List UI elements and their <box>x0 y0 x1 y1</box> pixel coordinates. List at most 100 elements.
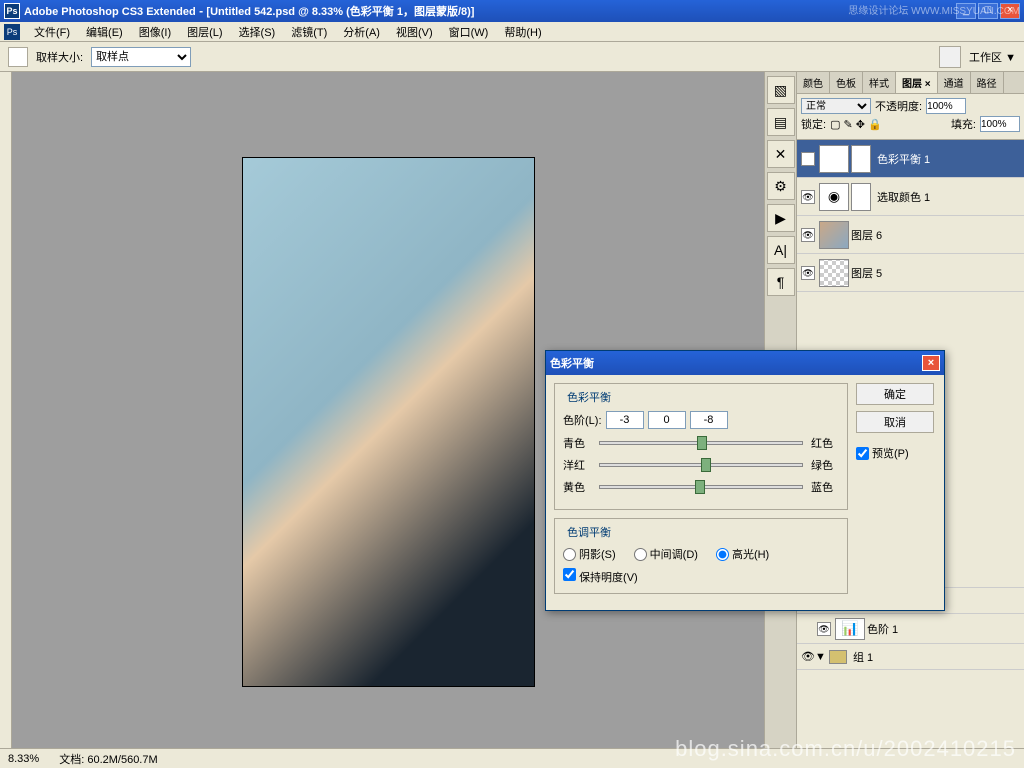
layer-thumb[interactable]: 📊 <box>835 618 865 640</box>
group-row[interactable]: 👁 ▼ 组 1 <box>797 644 1024 670</box>
minimize-button[interactable]: _ <box>956 3 976 19</box>
blend-mode-select[interactable]: 正常 <box>801 98 871 114</box>
layer-thumb[interactable]: ◑ <box>819 145 849 173</box>
level-input-3[interactable] <box>690 411 728 429</box>
layer-row[interactable]: 👁 ◑ 色彩平衡 1 <box>797 140 1024 178</box>
tab-color[interactable]: 颜色 <box>797 72 830 93</box>
layer-name: 色阶 1 <box>867 621 898 637</box>
layer-name: 色彩平衡 1 <box>877 151 930 167</box>
layer-row[interactable]: 👁 📊 色阶 1 <box>797 614 1024 644</box>
slider-handle[interactable] <box>701 458 711 472</box>
close-button[interactable]: × <box>1000 3 1020 19</box>
menu-window[interactable]: 窗口(W) <box>441 22 497 42</box>
slider-yellow-blue: 黄色 蓝色 <box>563 479 839 495</box>
options-icon[interactable]: ⚙ <box>767 172 795 200</box>
tab-swatches[interactable]: 色板 <box>830 72 863 93</box>
layer-name: 图层 5 <box>851 265 882 281</box>
slider-right-label: 红色 <box>811 435 839 451</box>
layer-mask[interactable] <box>851 145 871 173</box>
maximize-button[interactable]: □ <box>978 3 998 19</box>
radio-midtones[interactable]: 中间调(D) <box>634 546 698 562</box>
lock-icons[interactable]: ▢ ✎ ✥ 🔒 <box>830 118 882 131</box>
menu-edit[interactable]: 编辑(E) <box>78 22 131 42</box>
visibility-icon[interactable]: 👁 <box>817 622 831 636</box>
folder-icon <box>829 650 847 664</box>
tone-balance-group: 色调平衡 阴影(S) 中间调(D) 高光(H) 保持明度(V) <box>554 518 848 594</box>
visibility-icon[interactable]: 👁 <box>801 228 815 242</box>
tab-layers[interactable]: 图层 × <box>896 72 938 93</box>
info-icon[interactable]: ✕ <box>767 140 795 168</box>
slider-right-label: 绿色 <box>811 457 839 473</box>
menu-filter[interactable]: 滤镜(T) <box>283 22 335 42</box>
menu-analysis[interactable]: 分析(A) <box>335 22 388 42</box>
group-legend: 色调平衡 <box>563 524 615 540</box>
ps-logo-icon: Ps <box>4 24 20 40</box>
layer-row[interactable]: 👁 ◉ 选取颜色 1 <box>797 178 1024 216</box>
slider-track[interactable] <box>599 441 803 445</box>
slider-track[interactable] <box>599 463 803 467</box>
actions-icon[interactable]: ▶ <box>767 204 795 232</box>
tab-paths[interactable]: 路径 <box>971 72 1004 93</box>
menu-view[interactable]: 视图(V) <box>388 22 441 42</box>
menu-select[interactable]: 选择(S) <box>231 22 284 42</box>
paragraph-icon[interactable]: ¶ <box>767 268 795 296</box>
layer-thumb[interactable] <box>819 221 849 249</box>
menu-image[interactable]: 图像(I) <box>131 22 179 42</box>
sample-size-label: 取样大小: <box>36 49 83 65</box>
radio-shadows[interactable]: 阴影(S) <box>563 546 616 562</box>
window-title: Adobe Photoshop CS3 Extended - [Untitled… <box>24 3 954 19</box>
bridge-icon[interactable] <box>939 46 961 68</box>
visibility-icon[interactable]: 👁 <box>801 190 815 204</box>
layer-thumb[interactable]: ◉ <box>819 183 849 211</box>
radio-highlights[interactable]: 高光(H) <box>716 546 769 562</box>
dialog-close-button[interactable]: × <box>922 355 940 371</box>
menu-help[interactable]: 帮助(H) <box>496 22 549 42</box>
tab-styles[interactable]: 样式 <box>863 72 896 93</box>
fill-label: 填充: <box>951 116 976 132</box>
histogram-icon[interactable]: ▤ <box>767 108 795 136</box>
level-input-1[interactable] <box>606 411 644 429</box>
color-balance-group: 色彩平衡 色阶(L): 青色 红色 洋红 绿色 <box>554 383 848 510</box>
navigator-icon[interactable]: ▧ <box>767 76 795 104</box>
slider-handle[interactable] <box>697 436 707 450</box>
visibility-icon[interactable]: 👁 <box>801 650 815 663</box>
menu-file[interactable]: 文件(F) <box>26 22 78 42</box>
cancel-button[interactable]: 取消 <box>856 411 934 433</box>
character-icon[interactable]: A| <box>767 236 795 264</box>
dialog-titlebar[interactable]: 色彩平衡 × <box>546 351 944 375</box>
checkbox-preserve-luminosity[interactable]: 保持明度(V) <box>563 572 638 584</box>
workspace-dropdown[interactable]: 工作区 ▼ <box>969 49 1016 65</box>
fill-input[interactable] <box>980 116 1020 132</box>
layer-controls: 正常 不透明度: 锁定: ▢ ✎ ✥ 🔒 填充: <box>797 94 1024 140</box>
sample-size-select[interactable]: 取样点 <box>91 47 191 67</box>
tab-channels[interactable]: 通道 <box>938 72 971 93</box>
slider-left-label: 洋红 <box>563 457 591 473</box>
layer-row[interactable]: 👁 图层 5 <box>797 254 1024 292</box>
menu-layer[interactable]: 图层(L) <box>179 22 230 42</box>
expand-arrow-icon[interactable]: ▼ <box>815 651 825 663</box>
level-input-2[interactable] <box>648 411 686 429</box>
title-bar: Ps Adobe Photoshop CS3 Extended - [Untit… <box>0 0 1024 22</box>
layer-mask[interactable] <box>851 183 871 211</box>
document-canvas[interactable] <box>242 157 535 687</box>
slider-magenta-green: 洋红 绿色 <box>563 457 839 473</box>
panel-tabs: 颜色 色板 样式 图层 × 通道 路径 <box>797 72 1024 94</box>
opacity-input[interactable] <box>926 98 966 114</box>
visibility-icon[interactable]: 👁 <box>801 152 815 166</box>
status-bar: 8.33% 文档: 60.2M/560.7M <box>0 748 1024 768</box>
slider-handle[interactable] <box>695 480 705 494</box>
slider-track[interactable] <box>599 485 803 489</box>
left-rail <box>0 72 12 748</box>
group-legend: 色彩平衡 <box>563 389 615 405</box>
doc-size: 文档: 60.2M/560.7M <box>59 751 157 767</box>
ok-button[interactable]: 确定 <box>856 383 934 405</box>
checkbox-preview[interactable]: 预览(P) <box>856 445 936 461</box>
zoom-level[interactable]: 8.33% <box>8 753 39 765</box>
lock-label: 锁定: <box>801 116 826 132</box>
eyedropper-icon[interactable] <box>8 47 28 67</box>
layer-row[interactable]: 👁 图层 6 <box>797 216 1024 254</box>
visibility-icon[interactable]: 👁 <box>801 266 815 280</box>
layer-thumb[interactable] <box>819 259 849 287</box>
slider-cyan-red: 青色 红色 <box>563 435 839 451</box>
slider-left-label: 青色 <box>563 435 591 451</box>
